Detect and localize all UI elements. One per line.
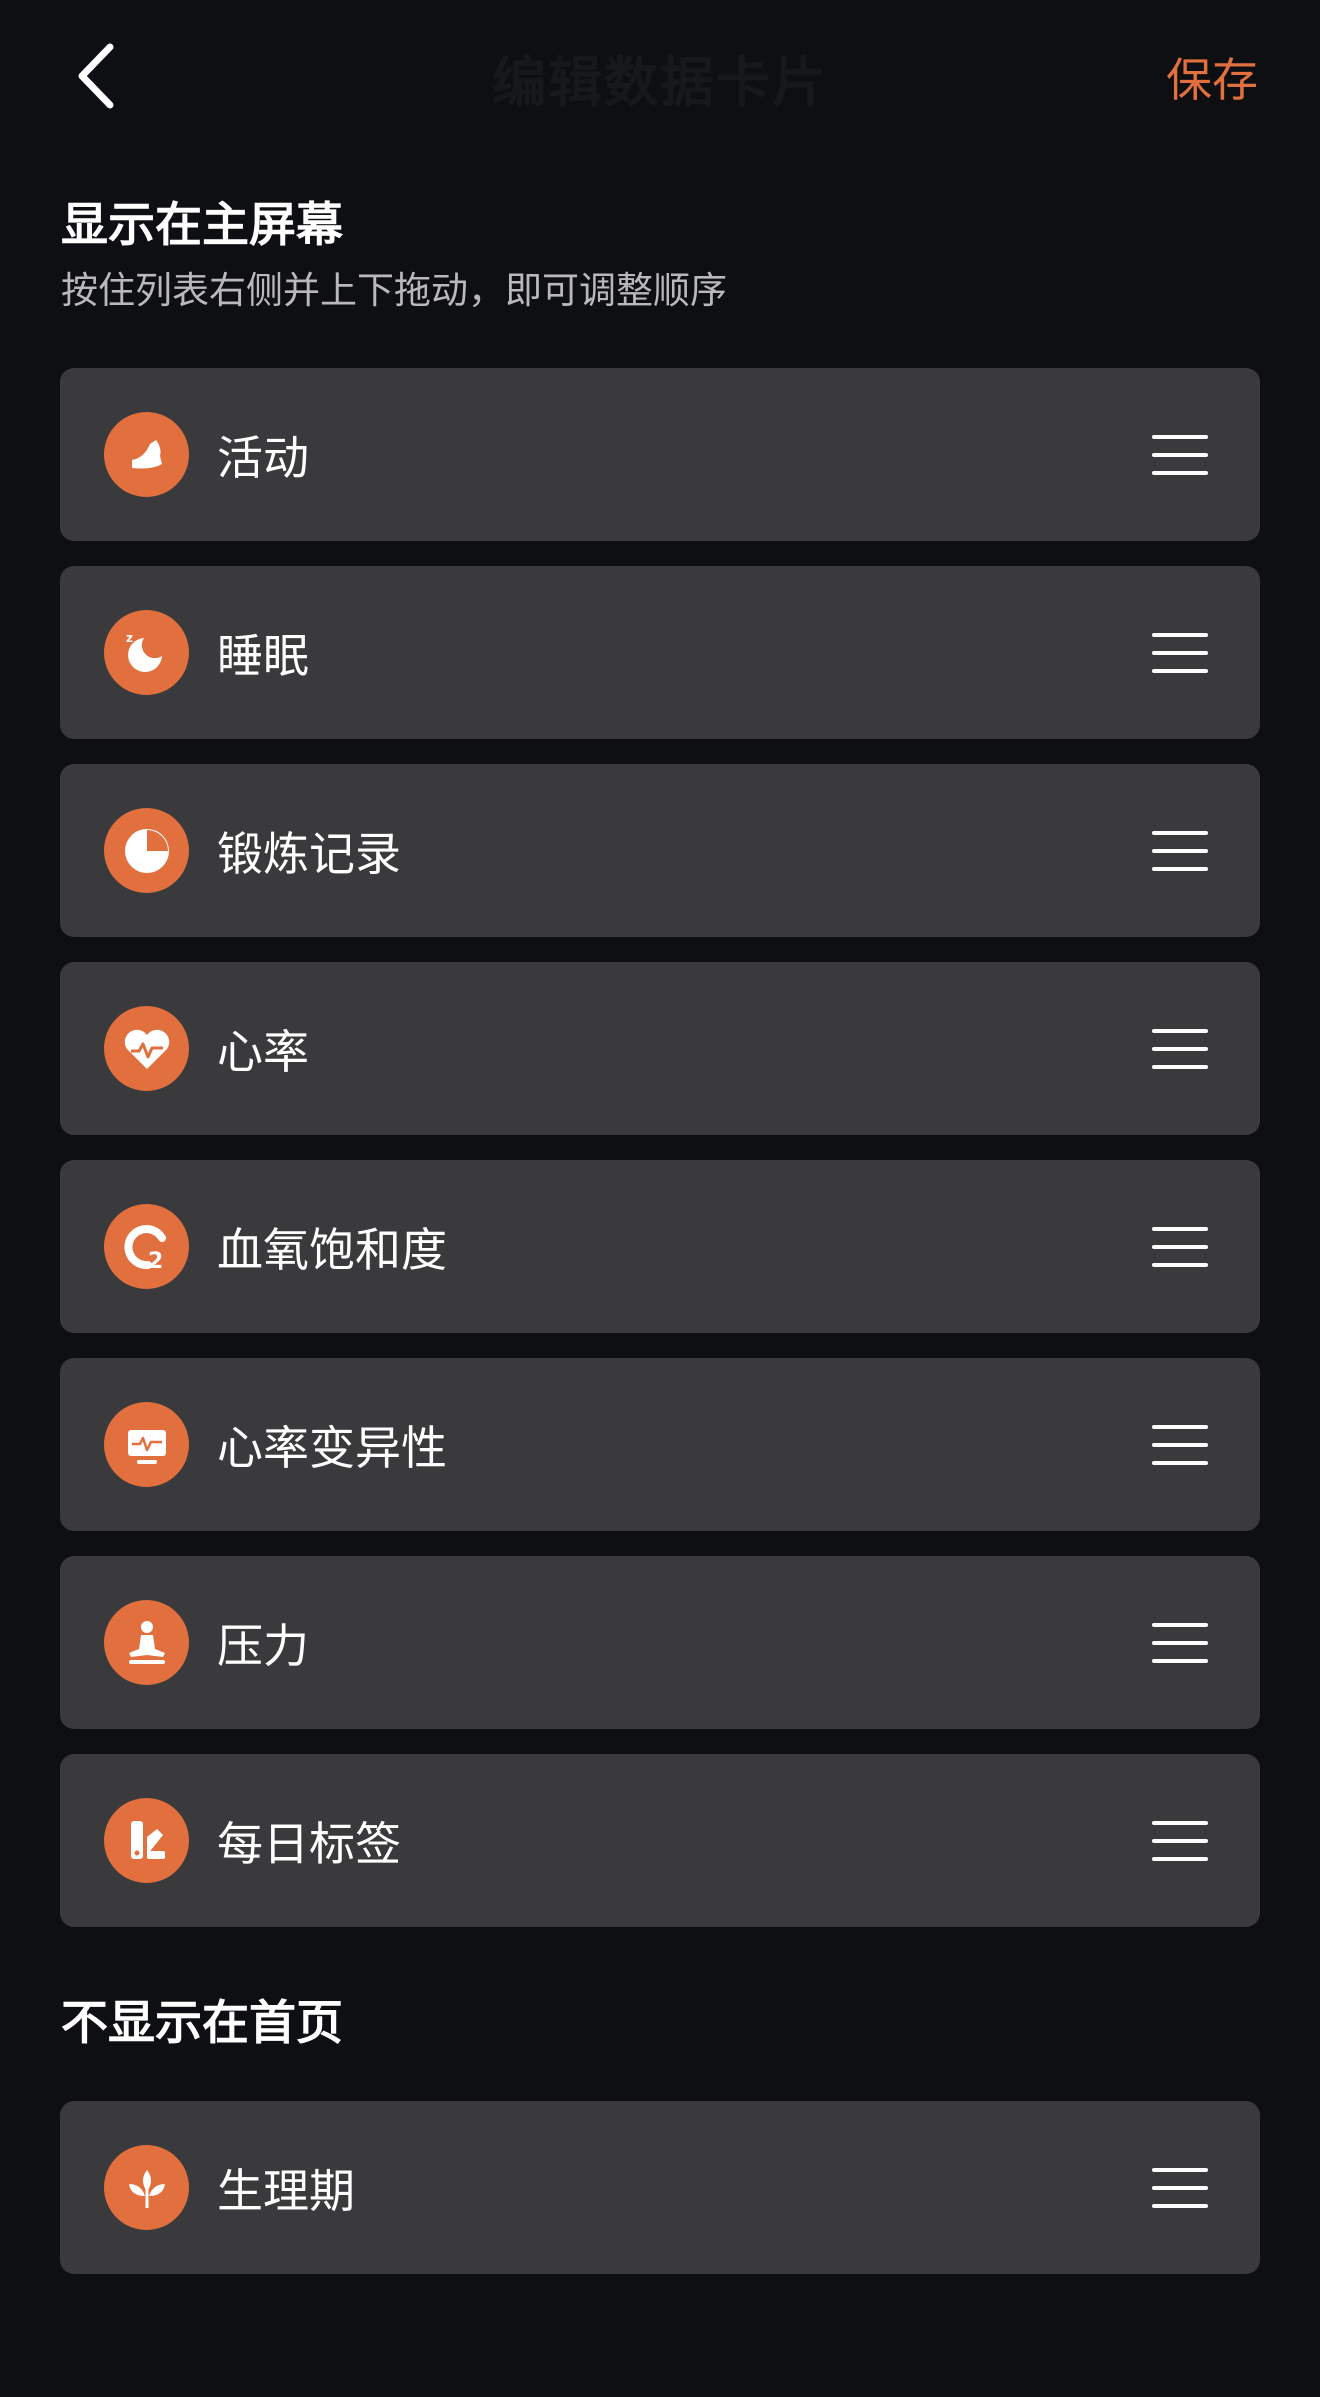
card-label: 心率 (217, 1024, 309, 1079)
card-period[interactable]: 生理期 (60, 2101, 1260, 2274)
card-label: 锻炼记录 (217, 826, 401, 881)
moon-sleep-icon: z (104, 610, 189, 695)
card-activity[interactable]: 活动 (60, 368, 1260, 541)
drag-handle-icon[interactable] (1152, 1622, 1208, 1663)
svg-text:z: z (126, 631, 133, 645)
card-label: 每日标签 (217, 1816, 401, 1871)
card-workout[interactable]: 锻炼记录 (60, 764, 1260, 937)
drag-handle-icon[interactable] (1152, 1226, 1208, 1267)
drag-handle-icon[interactable] (1152, 434, 1208, 475)
header: 编辑数据卡片 保存 (0, 0, 1320, 150)
card-label: 心率变异性 (217, 1420, 447, 1475)
card-sleep[interactable]: z 睡眠 (60, 566, 1260, 739)
heart-pulse-icon (104, 1006, 189, 1091)
drag-handle-icon[interactable] (1152, 1028, 1208, 1069)
card-label: 活动 (217, 430, 309, 485)
card-stress[interactable]: 压力 (60, 1556, 1260, 1729)
section-title-shown: 显示在主屏幕 (61, 198, 343, 253)
pie-clock-icon (104, 808, 189, 893)
drag-handle-icon[interactable] (1152, 1424, 1208, 1465)
section-subtitle: 按住列表右侧并上下拖动，即可调整顺序 (61, 269, 727, 312)
shown-card-list: 活动 z 睡眠 锻炼记录 心率 2 血氧饱和度 心率变异性 压力 每日标签 (60, 368, 1260, 1952)
section-title-hidden: 不显示在首页 (61, 1996, 343, 2051)
card-daily-tags[interactable]: 每日标签 (60, 1754, 1260, 1927)
tag-icon (104, 1798, 189, 1883)
card-hrv[interactable]: 心率变异性 (60, 1358, 1260, 1531)
svg-text:2: 2 (148, 1249, 163, 1274)
card-spo2[interactable]: 2 血氧饱和度 (60, 1160, 1260, 1333)
card-label: 生理期 (217, 2163, 355, 2218)
card-heart-rate[interactable]: 心率 (60, 962, 1260, 1135)
meditation-icon (104, 1600, 189, 1685)
card-label: 压力 (217, 1618, 309, 1673)
drag-handle-icon[interactable] (1152, 830, 1208, 871)
save-button[interactable]: 保存 (1166, 44, 1258, 110)
o2-icon: 2 (104, 1204, 189, 1289)
drag-handle-icon[interactable] (1152, 2167, 1208, 2208)
drag-handle-icon[interactable] (1152, 632, 1208, 673)
hidden-card-list: 生理期 (60, 2101, 1260, 2299)
shoe-icon (104, 412, 189, 497)
drag-handle-icon[interactable] (1152, 1820, 1208, 1861)
leaf-icon (104, 2145, 189, 2230)
card-label: 血氧饱和度 (217, 1222, 447, 1277)
monitor-pulse-icon (104, 1402, 189, 1487)
card-label: 睡眠 (217, 628, 309, 683)
page-title: 编辑数据卡片 (492, 51, 828, 114)
